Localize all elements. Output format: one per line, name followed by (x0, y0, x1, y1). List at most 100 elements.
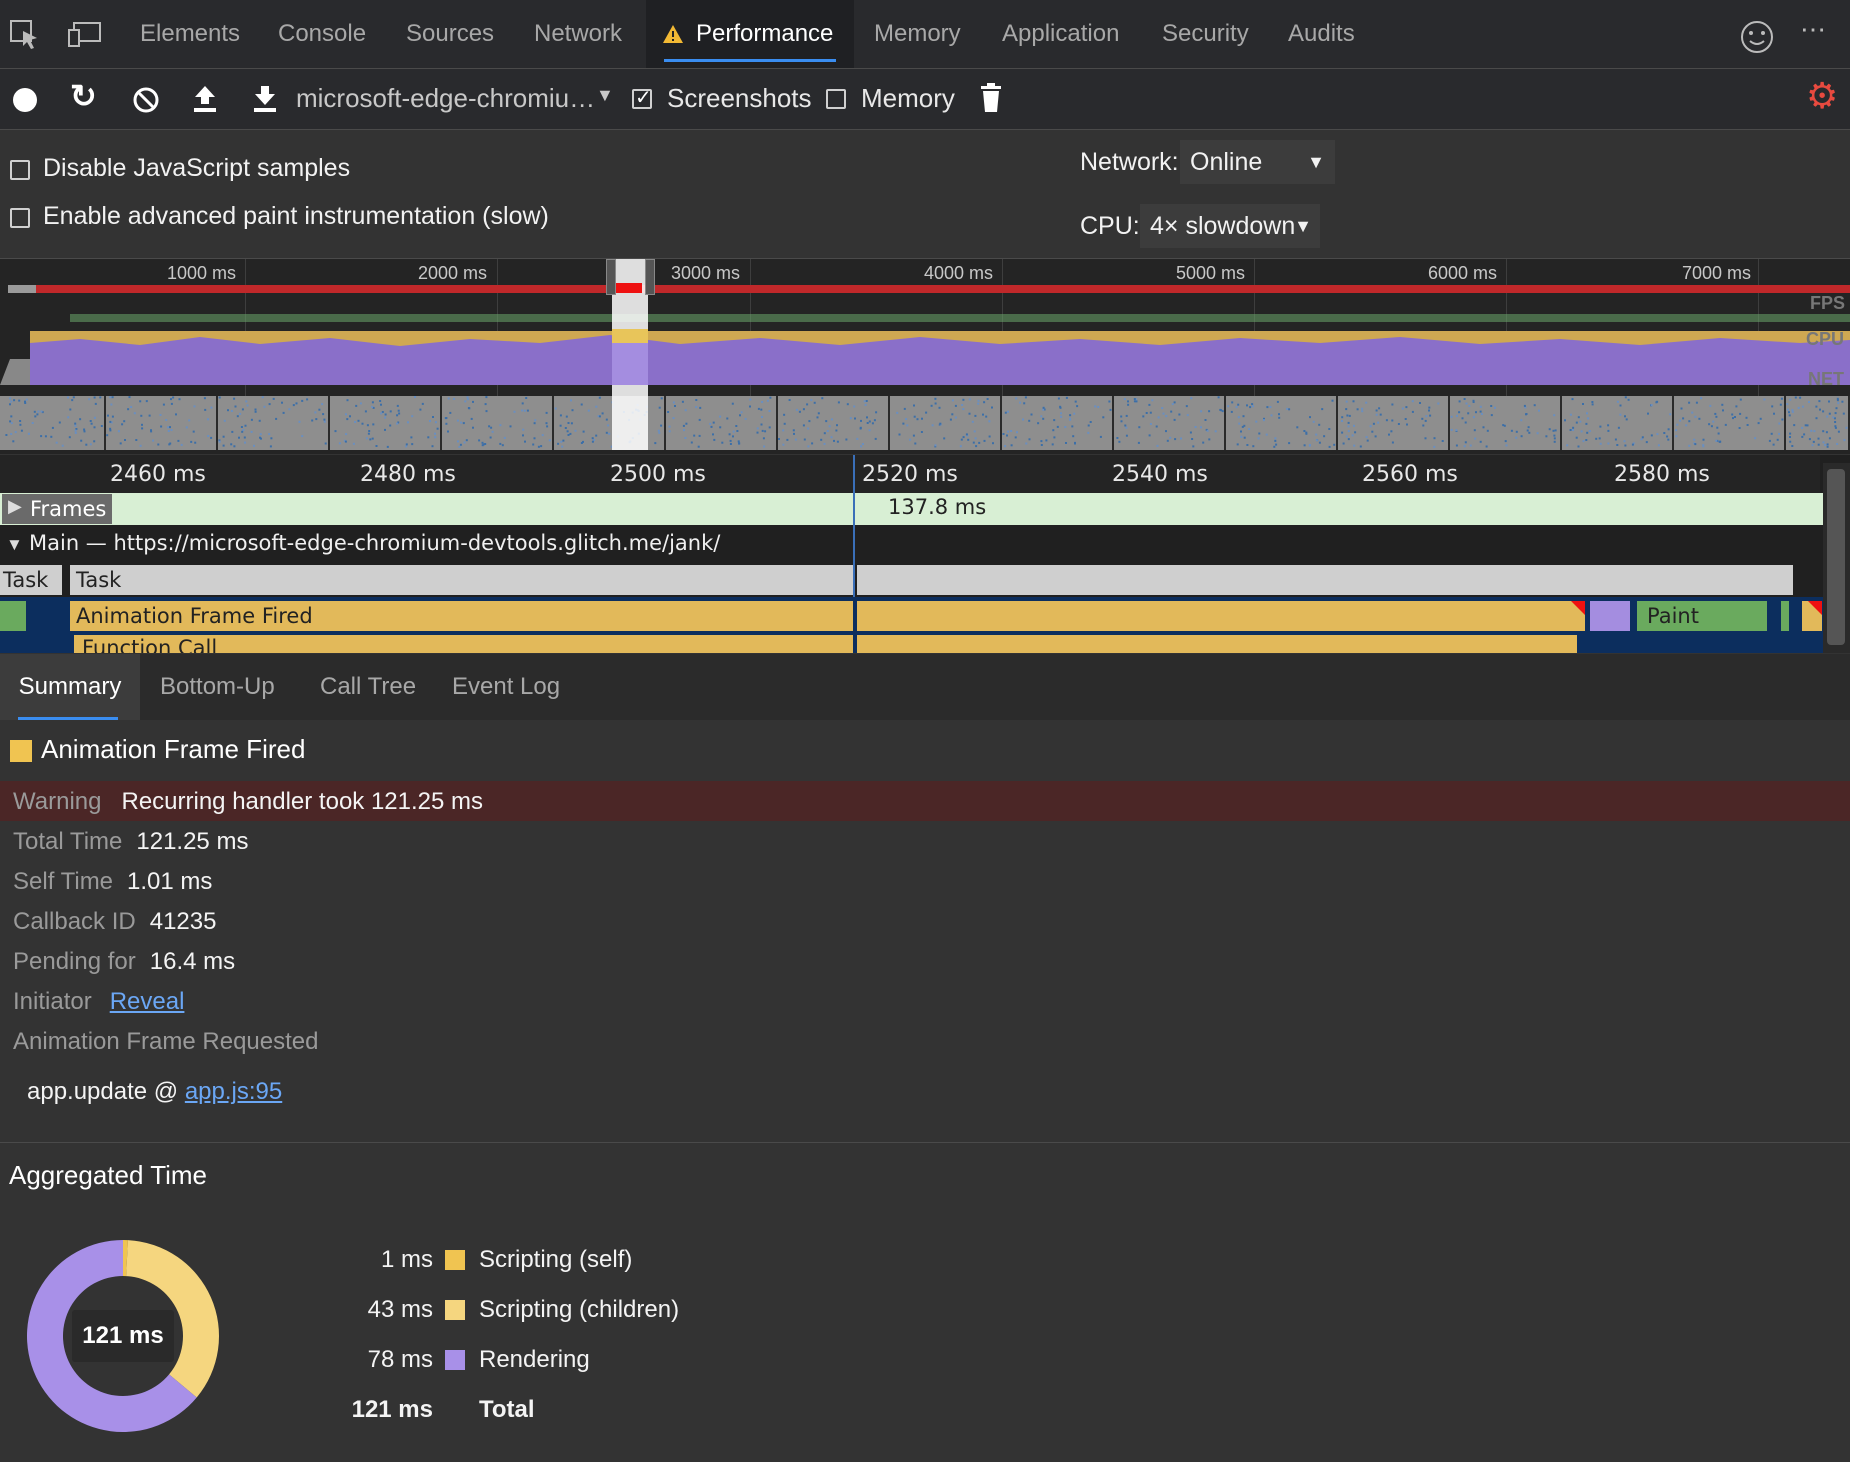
frame-block[interactable] (0, 493, 853, 525)
tab-memory[interactable]: Memory (874, 0, 961, 68)
requested-heading-row: Animation Frame Requested (13, 1028, 318, 1056)
more-options-icon[interactable]: ⋯ (1800, 14, 1828, 45)
reveal-link[interactable]: Reveal (110, 988, 185, 1015)
flame-tick: 2500 ms (610, 462, 706, 487)
screenshot-thumbnail[interactable] (1674, 396, 1786, 450)
animation-frame-fired-bar-continued[interactable] (857, 601, 1585, 631)
animation-frame-fired-bar[interactable]: Animation Frame Fired (70, 601, 853, 631)
tab-sources[interactable]: Sources (406, 0, 494, 68)
active-tab-indicator (664, 59, 836, 62)
device-toolbar-icon[interactable] (68, 22, 102, 48)
selection-left-handle[interactable] (606, 259, 616, 295)
cpu-throttle-label: CPU: (1080, 212, 1140, 240)
recording-select[interactable]: microsoft-edge-chromiu… (296, 83, 595, 114)
performance-toolbar: ↻ microsoft-edge-chromiu… ▼ Screenshots … (0, 69, 1850, 130)
save-profile-icon[interactable] (252, 84, 278, 114)
task-bar[interactable]: Task (0, 565, 62, 595)
selection-right-handle[interactable] (645, 259, 655, 295)
source-link[interactable]: app.js:95 (185, 1078, 282, 1105)
reload-record-icon[interactable]: ↻ (70, 77, 97, 115)
function-call-bar[interactable]: Function Call (74, 635, 853, 653)
tab-elements[interactable]: Elements (140, 0, 240, 68)
capture-settings-gear-icon[interactable]: ⚙ (1806, 75, 1838, 117)
screenshot-thumbnail[interactable] (554, 396, 666, 450)
chevron-down-icon: ▼ (1307, 152, 1325, 172)
total-time-value: 121.25 ms (136, 828, 249, 855)
screenshot-thumbnail[interactable] (1338, 396, 1450, 450)
tab-security[interactable]: Security (1162, 0, 1249, 68)
callback-id-value: 41235 (149, 908, 217, 935)
selection-jank-marker (616, 283, 642, 293)
function-call-bar-continued[interactable] (857, 635, 1577, 653)
cpu-throttle-value: 4× slowdown (1150, 212, 1296, 240)
tab-call-tree[interactable]: Call Tree (320, 654, 416, 720)
tab-event-log[interactable]: Event Log (452, 654, 560, 720)
divider (0, 1142, 1850, 1143)
flame-tick: 2520 ms (862, 462, 958, 487)
screenshot-thumbnail[interactable] (1786, 396, 1850, 450)
collapse-arrow-icon[interactable]: ▼ (6, 535, 23, 555)
flame-scrollbar-thumb[interactable] (1827, 469, 1845, 645)
clear-icon[interactable] (132, 86, 160, 114)
task-bar[interactable]: Task (70, 565, 853, 595)
overview-idle-strip (8, 285, 36, 293)
paint-bar[interactable]: Paint (1637, 601, 1767, 631)
gc-bar[interactable] (0, 601, 26, 631)
screenshot-thumbnail[interactable] (778, 396, 890, 450)
task-bar-continued[interactable] (857, 565, 1793, 595)
details-tab-bar: Summary Bottom-Up Call Tree Event Log (0, 654, 1850, 720)
flame-chart[interactable]: 2460 ms 2480 ms 2500 ms 2520 ms 2540 ms … (0, 455, 1850, 653)
tab-audits[interactable]: Audits (1288, 0, 1355, 68)
fps-lane-label: FPS (1810, 293, 1846, 313)
tab-summary-label: Summary (18, 673, 122, 700)
tab-bottom-up[interactable]: Bottom-Up (160, 654, 275, 720)
frame-block[interactable] (855, 493, 1823, 525)
enable-paint-checkbox[interactable] (10, 208, 30, 228)
network-throttle-select[interactable]: Online ▼ (1180, 140, 1335, 184)
disable-js-samples-checkbox[interactable] (10, 160, 30, 180)
screenshot-thumbnail[interactable] (330, 396, 442, 450)
tab-application[interactable]: Application (1002, 0, 1119, 68)
screenshot-thumbnail[interactable] (666, 396, 778, 450)
tab-console[interactable]: Console (278, 0, 366, 68)
screenshot-thumbnail[interactable] (218, 396, 330, 450)
paint-bar-small[interactable] (1781, 601, 1789, 631)
record-icon[interactable] (13, 88, 37, 112)
inspect-element-icon[interactable] (10, 20, 40, 50)
screenshot-thumbnail[interactable] (1226, 396, 1338, 450)
event-title: Animation Frame Fired (41, 734, 306, 764)
screenshot-thumbnail[interactable] (1562, 396, 1674, 450)
cpu-lane-label: CPU (1806, 329, 1845, 349)
screenshot-thumbnail[interactable] (1114, 396, 1226, 450)
screenshot-thumbnail[interactable] (442, 396, 554, 450)
load-profile-icon[interactable] (192, 84, 218, 114)
fps-graph (70, 314, 1850, 322)
legend-value: 78 ms (367, 1346, 433, 1373)
tab-performance[interactable]: Performance (646, 0, 854, 68)
cpu-throttle-select[interactable]: 4× slowdown ▼ (1140, 204, 1320, 248)
legend-swatch (445, 1350, 465, 1370)
screenshot-thumbnail[interactable] (1450, 396, 1562, 450)
long-task-warning-triangle (1802, 601, 1822, 631)
screenshot-thumbnail[interactable] (106, 396, 218, 450)
tab-network[interactable]: Network (534, 0, 622, 68)
memory-checkbox[interactable] (826, 89, 846, 109)
overview-tick: 5000 ms (1176, 263, 1246, 283)
legend-swatch (445, 1250, 465, 1270)
flame-scrollbar[interactable] (1823, 463, 1850, 653)
layout-bar[interactable] (1590, 601, 1630, 631)
timeline-overview[interactable]: 1000 ms 2000 ms 3000 ms 4000 ms 5000 ms … (0, 259, 1850, 454)
chevron-down-icon[interactable]: ▼ (596, 85, 614, 106)
feedback-smiley-icon[interactable] (1740, 20, 1774, 54)
screenshot-thumbnail[interactable] (0, 396, 106, 450)
screenshots-label: Screenshots (667, 83, 812, 113)
tab-summary[interactable]: Summary (0, 654, 140, 720)
screenshot-thumbnail[interactable] (890, 396, 1002, 450)
pending-key: Pending for (13, 948, 136, 975)
frames-track-header[interactable]: ▶ Frames (2, 494, 112, 524)
screenshot-thumbnail[interactable] (1002, 396, 1114, 450)
legend-label: Scripting (children) (479, 1296, 680, 1323)
trash-icon[interactable] (980, 83, 1002, 113)
screenshots-checkbox[interactable] (632, 85, 652, 110)
long-task-warning-triangle (1571, 601, 1585, 615)
